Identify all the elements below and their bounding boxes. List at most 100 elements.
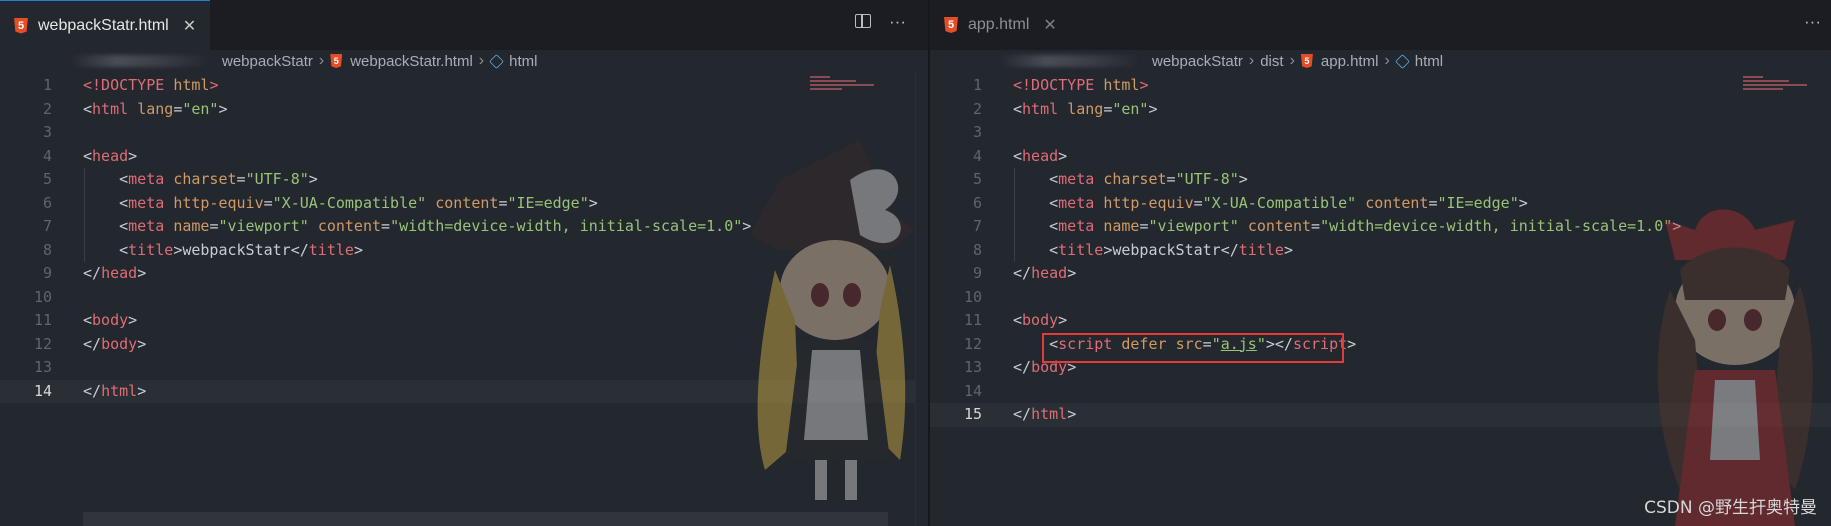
breadcrumb-subfolder[interactable]: dist: [1260, 53, 1283, 70]
tab-webpackstatr-html[interactable]: 5 webpackStatr.html ✕: [0, 0, 211, 50]
line-number: 9: [42, 264, 52, 282]
line-number: 14: [963, 381, 982, 400]
line-number: 11: [963, 311, 982, 329]
code-line[interactable]: 1 <!DOCTYPE html>: [930, 74, 1831, 98]
blurred-path: [70, 55, 210, 67]
line-number: 13: [33, 358, 52, 376]
split-editor-icon[interactable]: [855, 14, 871, 28]
line-number: 11: [33, 311, 52, 329]
close-icon[interactable]: ✕: [1043, 15, 1056, 35]
code-line[interactable]: 1 <!DOCTYPE html>: [0, 74, 928, 98]
line-number: 8: [972, 240, 982, 259]
code-text: <body>: [83, 311, 138, 329]
code-text: <head>: [1013, 146, 1068, 165]
minimap[interactable]: [810, 74, 880, 114]
chevron-right-icon: ›: [1384, 52, 1390, 69]
code-text: <meta http-equiv="X-UA-Compatible" conte…: [119, 193, 598, 212]
left-tab-actions: ···: [855, 12, 906, 32]
chevron-right-icon: ›: [478, 52, 485, 69]
breadcrumb: webpackStatr › dist › 5 app.html › html: [930, 50, 1831, 72]
right-editor-pane: 5 app.html ✕ ··· webpackStatr › dist › 5…: [930, 0, 1831, 526]
code-text: <meta http-equiv="X-UA-Compatible" conte…: [1049, 193, 1528, 212]
code-text: <body>: [1013, 311, 1068, 329]
code-text: <html lang="en">: [1013, 99, 1158, 118]
code-line[interactable]: 2 <html lang="en">: [930, 98, 1831, 122]
line-number: 8: [42, 240, 52, 259]
code-text: <meta name="viewport" content="width=dev…: [1049, 217, 1681, 235]
code-text: <meta charset="UTF-8">: [1049, 170, 1248, 188]
code-text: <html lang="en">: [83, 99, 228, 118]
blurred-path: [1000, 55, 1140, 67]
html5-file-icon: 5: [944, 17, 958, 33]
breadcrumb-file[interactable]: app.html: [1321, 53, 1379, 70]
right-tab-actions: ···: [1804, 12, 1821, 32]
mascot-image: [750, 140, 915, 500]
code-text: </head>: [83, 264, 147, 282]
right-tab-bar: 5 app.html ✕ ···: [930, 0, 1831, 50]
left-tab-bar: 5 webpackStatr.html ✕ ···: [0, 0, 928, 50]
code-line[interactable]: 4 <head>: [930, 145, 1831, 169]
watermark-text: CSDN @野生扞奥特曼: [1644, 498, 1817, 518]
code-text: <title>webpackStatr</title>: [1049, 240, 1293, 259]
line-number: 12: [33, 334, 52, 353]
breadcrumb-folder[interactable]: webpackStatr: [222, 53, 313, 70]
html5-file-icon: 5: [1300, 54, 1313, 68]
line-number: 1: [42, 76, 52, 94]
breadcrumb-symbol[interactable]: html: [509, 53, 537, 70]
mascot-image: [1657, 209, 1813, 526]
code-text: <meta charset="UTF-8">: [119, 170, 318, 188]
symbol-cube-icon: [489, 53, 504, 69]
tab-label: app.html: [968, 16, 1030, 33]
line-number: 3: [972, 123, 982, 141]
breadcrumb-symbol[interactable]: html: [1415, 53, 1443, 70]
indent-guide: [84, 168, 85, 262]
tab-app-html[interactable]: 5 app.html ✕: [930, 0, 1071, 50]
close-icon[interactable]: ✕: [183, 16, 196, 36]
left-editor-pane: 5 webpackStatr.html ✕ ··· webpackStatr ›…: [0, 0, 928, 526]
indent-guide: [1014, 168, 1015, 262]
chevron-right-icon: ›: [318, 52, 325, 69]
line-number: 4: [972, 146, 982, 165]
code-text: </head>: [1013, 264, 1077, 282]
code-text: <!DOCTYPE html>: [83, 76, 219, 94]
line-number: 2: [42, 99, 52, 118]
breadcrumb: webpackStatr › 5 webpackStatr.html › htm…: [0, 50, 928, 72]
chevron-right-icon: ›: [1289, 52, 1295, 69]
line-number: 13: [963, 358, 982, 376]
vertical-scrollbar[interactable]: [915, 74, 928, 526]
chevron-right-icon: ›: [1248, 52, 1255, 69]
line-number: 7: [972, 217, 982, 235]
minimap[interactable]: [1743, 74, 1813, 114]
line-number: 5: [972, 170, 982, 188]
line-number: 5: [42, 170, 52, 188]
more-actions-icon[interactable]: ···: [1804, 12, 1821, 32]
code-line[interactable]: 2 <html lang="en">: [0, 98, 928, 122]
line-number: 15: [963, 405, 982, 423]
code-line[interactable]: 3: [930, 121, 1831, 145]
tab-label: webpackStatr.html: [38, 16, 169, 34]
html5-file-icon: 5: [330, 54, 343, 68]
line-number: 9: [972, 264, 982, 282]
code-text: <head>: [83, 146, 138, 165]
highlight-annotation-box: [1042, 333, 1344, 363]
breadcrumb-file[interactable]: webpackStatr.html: [350, 53, 473, 70]
line-number: 7: [42, 217, 52, 235]
line-number: 4: [42, 146, 52, 165]
line-number: 6: [42, 193, 52, 212]
breadcrumb-folder[interactable]: webpackStatr: [1152, 53, 1243, 70]
line-number: 3: [42, 123, 52, 141]
line-number: 10: [33, 287, 52, 306]
more-actions-icon[interactable]: ···: [889, 12, 906, 32]
line-number: 14: [33, 381, 52, 400]
code-text: </html>: [1013, 405, 1077, 423]
code-text: <title>webpackStatr</title>: [119, 240, 363, 259]
horizontal-scrollbar[interactable]: [83, 512, 888, 526]
line-number: 1: [972, 76, 982, 94]
line-number: 12: [963, 334, 982, 353]
code-line[interactable]: 5 <meta charset="UTF-8">: [930, 168, 1831, 192]
line-number: 2: [972, 99, 982, 118]
line-number: 10: [963, 287, 982, 306]
symbol-cube-icon: [1394, 53, 1410, 69]
code-text: </body>: [83, 334, 147, 353]
code-text: <meta name="viewport" content="width=dev…: [119, 217, 752, 235]
